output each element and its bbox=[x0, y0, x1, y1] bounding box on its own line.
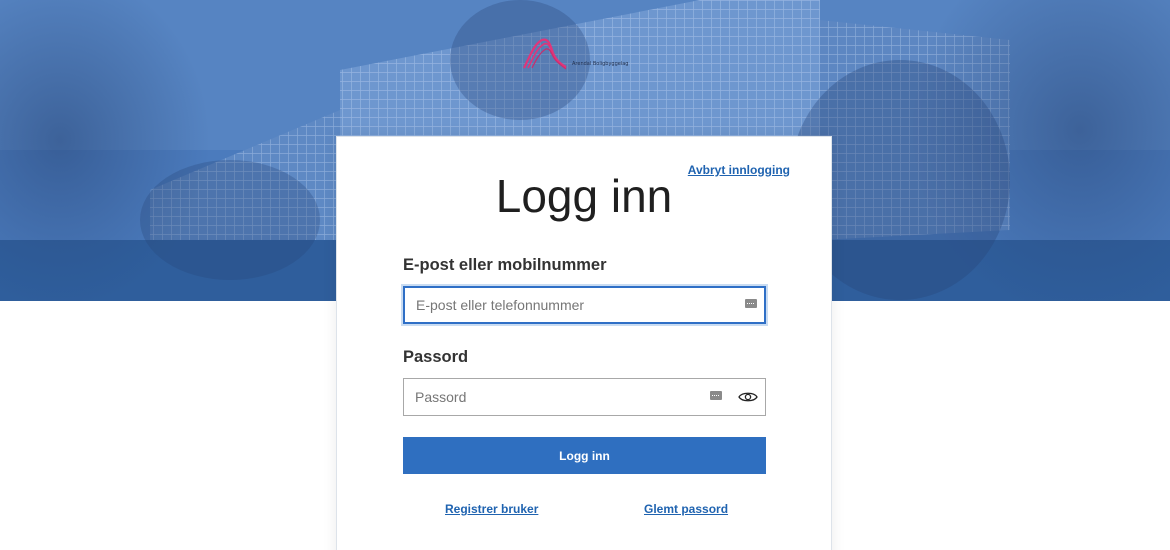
keyboard-icon[interactable] bbox=[710, 391, 722, 400]
email-label: E-post eller mobilnummer bbox=[403, 256, 607, 274]
show-password-button[interactable] bbox=[730, 378, 766, 416]
login-submit-button[interactable]: Logg inn bbox=[403, 437, 766, 474]
email-input[interactable] bbox=[403, 286, 766, 324]
page-title: Logg inn bbox=[495, 170, 673, 222]
password-label: Passord bbox=[403, 348, 469, 366]
eye-icon bbox=[737, 392, 758, 402]
keyboard-icon[interactable] bbox=[745, 299, 757, 308]
logo-mark-icon bbox=[523, 38, 567, 70]
login-card: Avbryt innlogging Logg inn E-post eller … bbox=[336, 136, 832, 550]
logo-text: Arendal Boligbyggelag bbox=[572, 61, 629, 67]
register-link[interactable]: Registrer bruker bbox=[445, 502, 538, 516]
brand-logo: Arendal Boligbyggelag bbox=[520, 34, 640, 72]
password-input[interactable] bbox=[403, 378, 731, 416]
forgot-password-link[interactable]: Glemt passord bbox=[644, 502, 728, 516]
